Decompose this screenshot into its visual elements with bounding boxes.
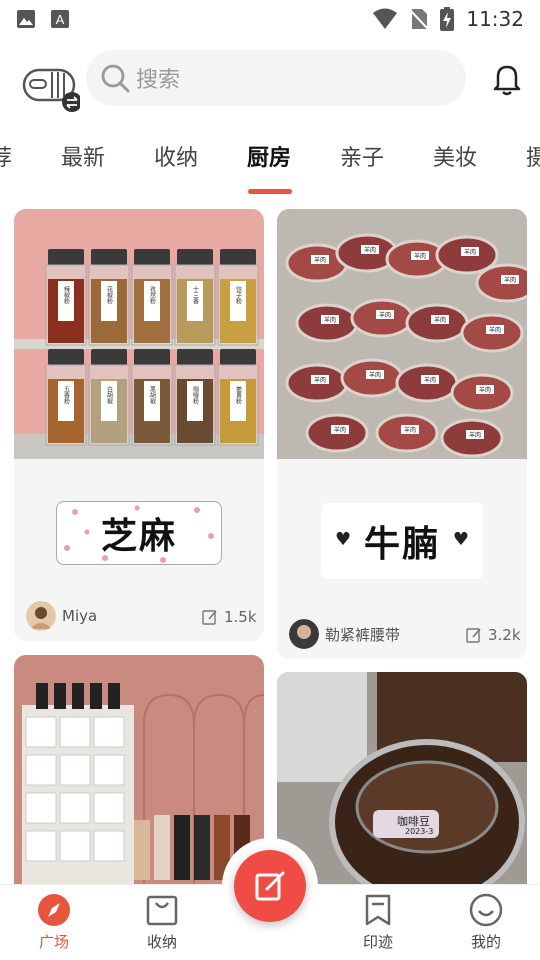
meat-tag-text: 羊肉	[479, 386, 491, 394]
jar-label-text: 咖喱粉	[192, 385, 199, 405]
clock-time: 11:32	[466, 7, 524, 31]
category-tabs: 荐 最新 收纳 厨房 亲子 美妆 摄	[0, 134, 540, 194]
feed-card-shelf[interactable]	[14, 655, 264, 895]
jar-label-text: 五香粉	[63, 386, 70, 405]
search-placeholder: 搜索	[136, 68, 181, 93]
edit-count-value: 3.2k	[488, 626, 521, 644]
nav-storage[interactable]: 收纳	[127, 893, 197, 952]
edit-icon	[202, 610, 217, 625]
tab-parenting[interactable]: 亲子	[340, 140, 384, 172]
coffee-jar-date: 2023-3	[405, 827, 434, 836]
status-bar: A 11:32	[0, 0, 540, 38]
notification-button[interactable]	[490, 62, 524, 96]
feed-card-coffee[interactable]: 咖啡豆 2023-3	[277, 672, 527, 895]
spice-jars-photo: 辣椒粉 花椒粉 孜然粉 十三香 饺子粉 五香粉 白胡椒 黑胡椒 咖喱粉 姜黄粉	[14, 209, 264, 459]
meat-tag-text: 羊肉	[314, 376, 326, 384]
logo-switch-button[interactable]	[22, 58, 82, 112]
meat-tag-text: 羊肉	[379, 311, 391, 319]
nav-mine-label: 我的	[470, 933, 501, 951]
heart-right-icon: ♥	[452, 529, 469, 550]
tab-storage[interactable]: 收纳	[154, 140, 198, 172]
wifi-icon	[373, 8, 398, 29]
compass-icon	[38, 894, 70, 926]
header: 搜索	[0, 50, 540, 112]
coffee-jar-photo	[277, 672, 527, 895]
meat-tag-text: 羊肉	[504, 276, 516, 284]
meat-tag-text: 羊肉	[314, 256, 326, 264]
meat-tag-text: 羊肉	[364, 246, 376, 254]
active-tab-indicator	[248, 189, 292, 194]
jar-label-text: 孜然粉	[149, 285, 156, 305]
bag-icon	[146, 895, 178, 926]
meat-tag-text: 羊肉	[469, 431, 481, 439]
card-author[interactable]: 勒紧裤腰带	[289, 619, 400, 649]
meat-tag-text: 羊肉	[424, 376, 436, 384]
meat-tag-text: 羊肉	[464, 248, 476, 256]
tab-beauty[interactable]: 美妆	[433, 140, 477, 172]
logo-switch-icon	[22, 68, 82, 112]
smile-icon	[469, 893, 503, 927]
bookmark-icon	[365, 894, 391, 926]
brisket-label: ♥ 牛腩 ♥	[321, 503, 483, 579]
a-icon: A	[51, 10, 69, 28]
nav-footprint-label: 印迹	[362, 933, 393, 951]
meat-tag-text: 羊肉	[324, 316, 336, 324]
sesame-label-text: 芝麻	[100, 516, 177, 557]
meat-tag-text: 羊肉	[334, 426, 346, 434]
compose-button[interactable]	[234, 850, 306, 922]
jar-label-text: 黑胡椒	[149, 386, 156, 405]
edit-count: 3.2k	[466, 626, 521, 644]
jar-label-text: 姜黄粉	[235, 385, 242, 405]
author-name: 勒紧裤腰带	[325, 625, 401, 644]
jar-label-text: 辣椒粉	[63, 285, 70, 305]
meat-tag-text: 羊肉	[404, 426, 416, 434]
frozen-meat-photo: 羊肉羊肉羊肉羊肉羊肉羊肉羊肉羊肉羊肉羊肉羊肉羊肉羊肉羊肉 羊肉羊肉	[277, 209, 527, 459]
tab-latest[interactable]: 最新	[61, 140, 105, 172]
avatar	[26, 601, 56, 631]
author-name: Miya	[62, 607, 98, 625]
image-icon	[17, 10, 35, 28]
bell-icon	[493, 65, 521, 96]
edit-icon	[255, 871, 285, 901]
meat-tag-text: 羊肉	[414, 252, 426, 260]
meat-tag-text: 羊肉	[489, 326, 501, 334]
kitchen-shelf-photo	[14, 655, 264, 895]
svg-text:A: A	[56, 12, 65, 27]
brisket-label-text: 牛腩	[363, 524, 440, 565]
edit-count-value: 1.5k	[224, 608, 257, 626]
edit-count: 1.5k	[202, 608, 257, 626]
tab-kitchen[interactable]: 厨房	[247, 140, 291, 172]
search-bar[interactable]: 搜索	[86, 50, 466, 106]
heart-left-icon: ♥	[335, 529, 352, 550]
avatar	[289, 619, 319, 649]
search-icon	[101, 64, 130, 93]
tab-recommend[interactable]: 荐	[0, 140, 12, 172]
nav-storage-label: 收纳	[146, 933, 177, 951]
sesame-label: 芝麻	[56, 501, 222, 565]
nav-mine[interactable]: 我的	[451, 893, 521, 952]
card-author[interactable]: Miya	[26, 601, 97, 631]
edit-icon	[466, 628, 481, 643]
meat-tag-text: 羊肉	[369, 371, 381, 379]
jar-label-text: 花椒粉	[106, 285, 113, 305]
feed-card-beef[interactable]: 羊肉 羊肉 羊肉 羊肉 羊肉 羊肉 羊肉 羊肉 羊肉 羊肉 羊肉 羊肉 羊肉 羊肉 羊肉 羊肉 ♥ 牛腩 ♥ …	[277, 209, 527, 659]
jar-label-text: 白胡椒	[106, 385, 113, 405]
jar-label-text: 饺子粉	[235, 285, 242, 305]
jar-label-text: 十三香	[192, 285, 199, 305]
battery-charging-icon	[440, 7, 455, 31]
nav-plaza-label: 广场	[38, 933, 69, 951]
no-sim-icon	[410, 9, 429, 30]
nav-plaza[interactable]: 广场	[19, 893, 89, 952]
nav-footprint[interactable]: 印迹	[343, 893, 413, 952]
feed-card-spices[interactable]: 辣椒粉 花椒粉 孜然粉 十三香 饺子粉 五香粉 白胡椒 黑胡椒 咖喱粉 姜黄粉 芝麻 Miya …	[14, 209, 264, 641]
meat-tag-text: 羊肉	[434, 316, 446, 324]
tab-photography[interactable]: 摄	[526, 140, 540, 172]
